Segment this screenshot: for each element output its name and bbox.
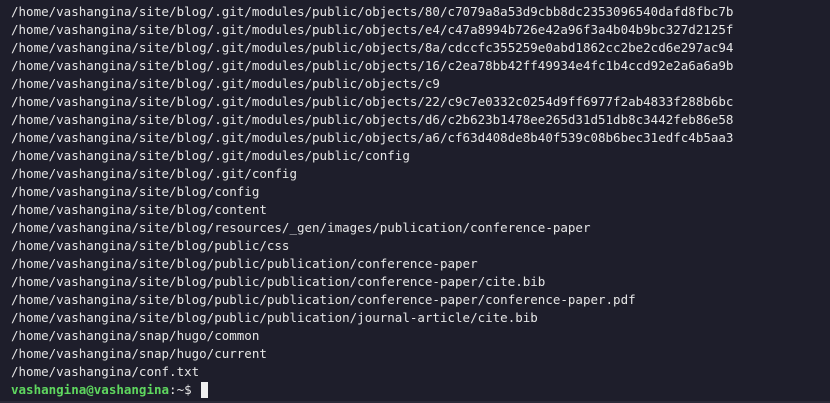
output-line: /home/vashangina/site/blog/.git/modules/… <box>11 40 734 55</box>
terminal-window[interactable]: /home/vashangina/site/blog/.git/modules/… <box>0 0 830 403</box>
output-line: /home/vashangina/site/blog/content <box>11 202 267 217</box>
output-line: /home/vashangina/site/blog/.git/modules/… <box>11 94 734 109</box>
output-line: /home/vashangina/site/blog/.git/modules/… <box>11 22 734 37</box>
command-prompt[interactable]: vashangina@vashangina: ~ $ <box>11 381 830 399</box>
output-line: /home/vashangina/site/blog/.git/modules/… <box>11 130 734 145</box>
prompt-user-host: vashangina@vashangina <box>11 382 170 397</box>
output-line: /home/vashangina/site/blog/.git/modules/… <box>11 4 734 19</box>
output-line: /home/vashangina/site/blog/.git/config <box>11 166 297 181</box>
output-line: /home/vashangina/site/blog/config <box>11 184 260 199</box>
output-line: /home/vashangina/site/blog/public/public… <box>11 274 546 289</box>
prompt-symbol: $ <box>184 382 200 397</box>
output-line: /home/vashangina/snap/hugo/current <box>11 346 267 361</box>
output-line: /home/vashangina/site/blog/.git/modules/… <box>11 76 440 91</box>
output-line: /home/vashangina/site/blog/.git/modules/… <box>11 58 734 73</box>
output-line: /home/vashangina/snap/hugo/common <box>11 328 260 343</box>
output-line: /home/vashangina/site/blog/public/public… <box>11 310 538 325</box>
output-line: /home/vashangina/site/blog/public/public… <box>11 292 636 307</box>
prompt-separator: : <box>169 382 177 397</box>
output-line: /home/vashangina/site/blog/.git/modules/… <box>11 148 410 163</box>
output-line: /home/vashangina/site/blog/resources/_ge… <box>11 220 591 235</box>
prompt-path: ~ <box>176 382 185 397</box>
output-line: /home/vashangina/site/blog/public/public… <box>11 256 478 271</box>
output-line: /home/vashangina/site/blog/.git/modules/… <box>11 112 734 127</box>
output-line: /home/vashangina/site/blog/public/css <box>11 238 290 253</box>
output-line: /home/vashangina/conf.txt <box>11 364 200 379</box>
text-cursor[interactable] <box>201 382 209 398</box>
